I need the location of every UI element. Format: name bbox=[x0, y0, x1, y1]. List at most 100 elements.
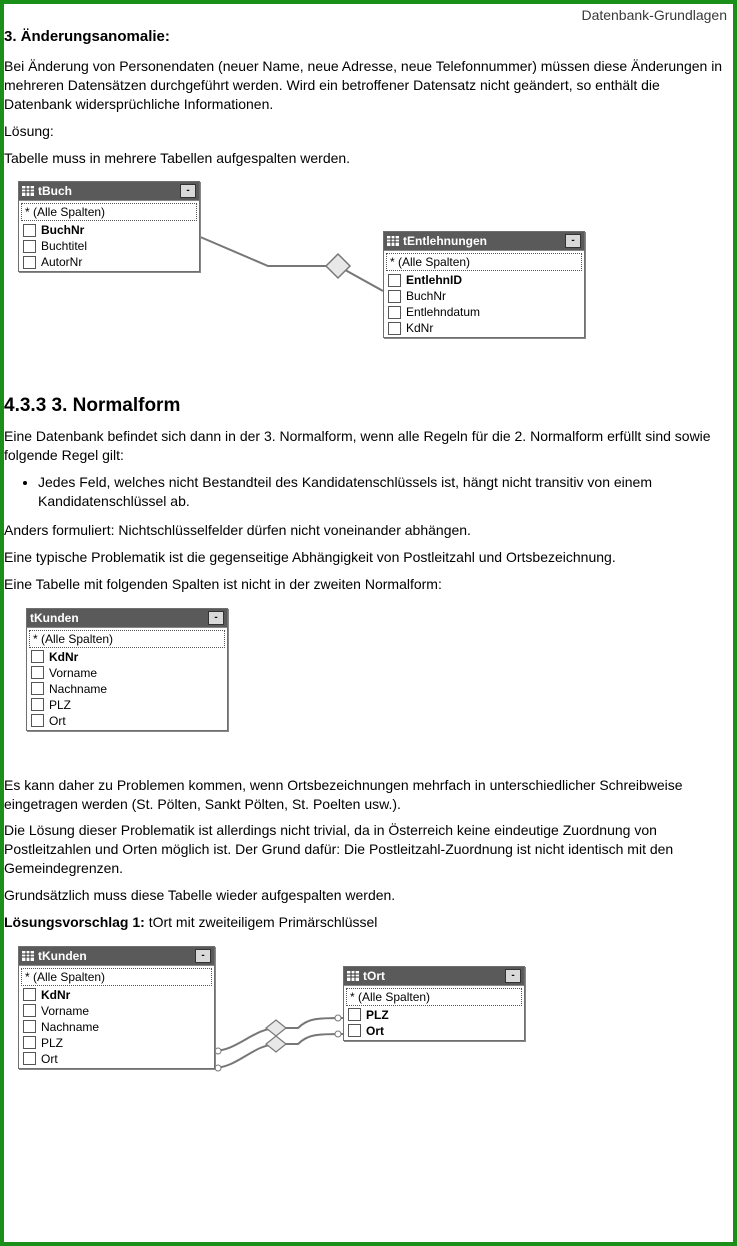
paragraph: Eine Tabelle mit folgenden Spalten ist n… bbox=[4, 575, 727, 594]
entity-field-row: * (Alle Spalten) bbox=[386, 253, 582, 271]
er-diagram-3: tKunden - * (Alle Spalten) KdNr VornameNac… bbox=[8, 946, 727, 1106]
content: 3. Änderungsanomalie: Bei Änderung von P… bbox=[4, 28, 727, 1106]
field-label: KdNr bbox=[49, 650, 78, 664]
field-label: * (Alle Spalten) bbox=[33, 632, 113, 646]
field-label: PLZ bbox=[41, 1036, 63, 1050]
checkbox-icon bbox=[23, 240, 36, 253]
field-label: Ort bbox=[49, 714, 66, 728]
entity-rows: * (Alle Spalten) EntlehnID BuchNr Entlehnda… bbox=[384, 250, 584, 337]
paragraph: Es kann daher zu Problemen kommen, wenn … bbox=[4, 776, 727, 814]
field-label: KdNr bbox=[406, 321, 433, 335]
entity-title: tEntlehnungen bbox=[403, 234, 565, 248]
entity-field-row: * (Alle Spalten) bbox=[21, 968, 212, 986]
entity-field-row: * (Alle Spalten) bbox=[21, 203, 197, 221]
section-heading-3nf: 4.3.3 3. Normalform bbox=[4, 395, 727, 417]
paragraph: Anders formuliert: Nichtschlüsselfelder … bbox=[4, 521, 727, 540]
entity-title: tOrt bbox=[363, 969, 505, 983]
field-label: PLZ bbox=[366, 1008, 389, 1022]
entity-field-row: EntlehnID bbox=[385, 272, 583, 288]
checkbox-icon bbox=[31, 698, 44, 711]
entity-field-row: Nachname bbox=[20, 1019, 213, 1035]
run-in-text: tOrt mit zweiteiligem Primärschlüssel bbox=[145, 914, 378, 930]
checkbox-icon bbox=[388, 274, 401, 287]
entity-titlebar: tKunden - bbox=[27, 609, 227, 627]
entity-field-row: Entlehndatum bbox=[385, 304, 583, 320]
table-icon bbox=[22, 186, 34, 196]
field-label: * (Alle Spalten) bbox=[390, 255, 470, 269]
checkbox-icon bbox=[388, 290, 401, 303]
field-label: Ort bbox=[41, 1052, 58, 1066]
entity-field-row: KdNr bbox=[385, 320, 583, 336]
field-label: Vorname bbox=[49, 666, 97, 680]
minimize-icon: - bbox=[195, 949, 211, 963]
checkbox-icon bbox=[23, 1020, 36, 1033]
entity-field-row: AutorNr bbox=[20, 254, 198, 270]
paragraph: Eine typische Problematik ist die gegens… bbox=[4, 548, 727, 567]
checkbox-icon bbox=[388, 322, 401, 335]
entity-rows: * (Alle Spalten) KdNr Vorname NachnamePLZOr… bbox=[27, 627, 227, 730]
entity-field-row: PLZ bbox=[20, 1035, 213, 1051]
entity-field-row: Nachname bbox=[28, 681, 226, 697]
checkbox-icon bbox=[31, 682, 44, 695]
entity-field-row: BuchNr bbox=[20, 222, 198, 238]
checkbox-icon bbox=[23, 988, 36, 1001]
bullet-item: Jedes Feld, welches nicht Bestandteil de… bbox=[38, 473, 727, 511]
field-label: EntlehnID bbox=[406, 273, 462, 287]
entity-field-row: * (Alle Spalten) bbox=[29, 630, 225, 648]
entity-field-row: PLZ bbox=[345, 1007, 523, 1023]
er-diagram-2: tKunden - * (Alle Spalten) KdNr Vorname Nac… bbox=[8, 608, 727, 758]
run-in-label: Lösungsvorschlag 1: bbox=[4, 914, 145, 930]
checkbox-icon bbox=[388, 306, 401, 319]
entity-title: tKunden bbox=[38, 949, 195, 963]
entity-field-row: Ort bbox=[345, 1023, 523, 1039]
entity-field-row: KdNr bbox=[20, 987, 213, 1003]
entity-field-row: KdNr bbox=[28, 649, 226, 665]
page: Datenbank-Grundlagen 3. Änderungsanomali… bbox=[0, 0, 737, 1246]
entity-rows: * (Alle Spalten) BuchNr BuchtitelAutorNr bbox=[19, 200, 199, 271]
entity-tKunden: tKunden - * (Alle Spalten) KdNr Vorname Nac… bbox=[26, 608, 228, 731]
entity-tBuch: tBuch - * (Alle Spalten) BuchNr BuchtitelA… bbox=[18, 181, 200, 272]
field-label: BuchNr bbox=[41, 223, 84, 237]
checkbox-icon bbox=[348, 1008, 361, 1021]
paragraph: Bei Änderung von Personendaten (neuer Na… bbox=[4, 57, 727, 114]
section-heading-anomalie: 3. Änderungsanomalie: bbox=[4, 28, 727, 45]
paragraph: Die Lösung dieser Problematik ist allerd… bbox=[4, 821, 727, 878]
minimize-icon: - bbox=[505, 969, 521, 983]
entity-field-row: Vorname bbox=[28, 665, 226, 681]
table-icon bbox=[387, 236, 399, 246]
entity-title: tBuch bbox=[38, 184, 180, 198]
table-icon bbox=[22, 951, 34, 961]
paragraph: Lösung: bbox=[4, 122, 727, 141]
entity-field-row: Ort bbox=[28, 713, 226, 729]
entity-field-row: * (Alle Spalten) bbox=[346, 988, 522, 1006]
field-label: KdNr bbox=[41, 988, 70, 1002]
minimize-icon: - bbox=[565, 234, 581, 248]
field-label: Entlehndatum bbox=[406, 305, 480, 319]
field-label: * (Alle Spalten) bbox=[25, 970, 105, 984]
entity-tOrt: tOrt - * (Alle Spalten) PLZ Ort bbox=[343, 966, 525, 1041]
field-label: Vorname bbox=[41, 1004, 89, 1018]
field-label: Buchtitel bbox=[41, 239, 87, 253]
field-label: * (Alle Spalten) bbox=[350, 990, 430, 1004]
minimize-icon: - bbox=[180, 184, 196, 198]
checkbox-icon bbox=[23, 1004, 36, 1017]
checkbox-icon bbox=[23, 224, 36, 237]
field-label: BuchNr bbox=[406, 289, 446, 303]
entity-field-row: PLZ bbox=[28, 697, 226, 713]
field-label: Nachname bbox=[49, 682, 107, 696]
field-label: * (Alle Spalten) bbox=[25, 205, 105, 219]
entity-tEntlehnungen: tEntlehnungen - * (Alle Spalten) EntlehnI… bbox=[383, 231, 585, 338]
entity-tKunden: tKunden - * (Alle Spalten) KdNr VornameNac… bbox=[18, 946, 215, 1069]
checkbox-icon bbox=[31, 666, 44, 679]
entity-field-row: BuchNr bbox=[385, 288, 583, 304]
running-header: Datenbank-Grundlagen bbox=[581, 7, 727, 23]
entity-field-row: Vorname bbox=[20, 1003, 213, 1019]
bullet-list: Jedes Feld, welches nicht Bestandteil de… bbox=[38, 473, 727, 511]
checkbox-icon bbox=[348, 1024, 361, 1037]
minimize-icon: - bbox=[208, 611, 224, 625]
field-label: Ort bbox=[366, 1024, 384, 1038]
paragraph: Eine Datenbank befindet sich dann in der… bbox=[4, 427, 727, 465]
checkbox-icon bbox=[23, 1036, 36, 1049]
checkbox-icon bbox=[31, 714, 44, 727]
er-diagram-1: tBuch - * (Alle Spalten) BuchNr BuchtitelA… bbox=[8, 181, 727, 371]
